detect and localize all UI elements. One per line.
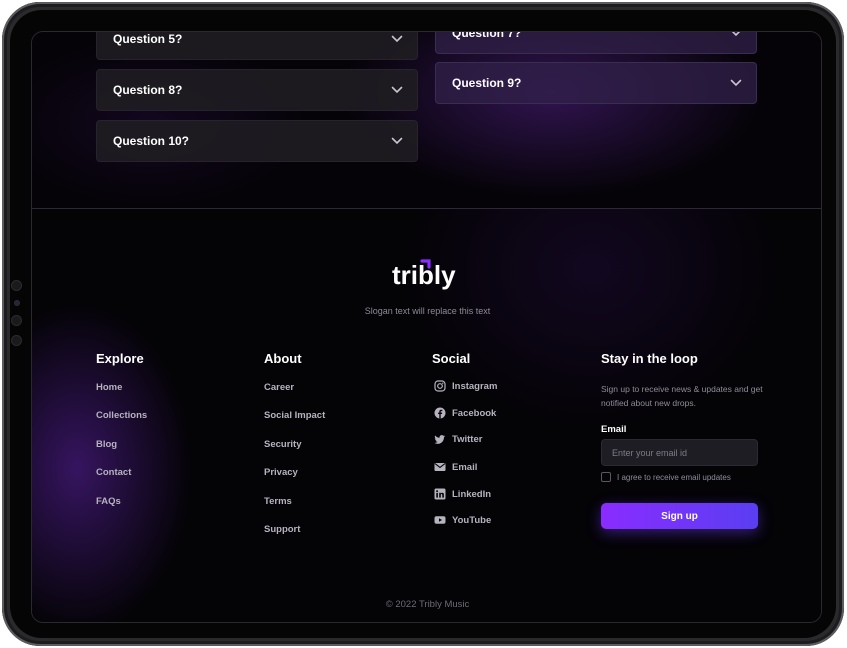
social-label: YouTube: [452, 514, 492, 526]
social-link-email[interactable]: Email: [434, 461, 477, 473]
faq-item-5[interactable]: Question 5?: [96, 32, 418, 60]
chevron-down-icon: [731, 32, 741, 37]
faq-section: Question 5? Question 7? Question 8? Ques…: [32, 32, 821, 209]
faq-item-10[interactable]: Question 10?: [96, 120, 418, 162]
chevron-down-icon: [730, 79, 742, 87]
email-label: Email: [601, 424, 627, 435]
footer-link-collections[interactable]: Collections: [96, 410, 147, 421]
footer-link-faqs[interactable]: FAQs: [96, 496, 121, 507]
tablet-frame: Question 5? Question 7? Question 8? Ques…: [2, 2, 844, 646]
copyright: © 2022 Tribly Music: [385, 599, 470, 610]
sensor-dot: [11, 315, 22, 326]
footer-link-terms[interactable]: Terms: [264, 496, 292, 507]
social-label: Instagram: [452, 380, 498, 392]
social-link-youtube[interactable]: YouTube: [434, 514, 491, 526]
social-label: Facebook: [452, 407, 497, 419]
camera-dot: [14, 300, 20, 306]
signup-button[interactable]: Sign up: [601, 503, 758, 529]
logo-text: tribly: [392, 260, 456, 290]
tablet-side-sensors: [11, 280, 23, 355]
linkedin-icon: [434, 488, 446, 500]
faq-question: Question 5?: [113, 32, 183, 46]
faq-question: Question 8?: [113, 83, 183, 97]
social-label: Twitter: [452, 433, 483, 445]
chevron-down-icon: [391, 86, 403, 94]
social-label: LinkedIn: [452, 488, 492, 500]
facebook-icon: [434, 407, 446, 419]
social-heading: Social: [432, 351, 471, 366]
faq-item-7[interactable]: Question 7?: [435, 31, 757, 54]
faq-item-9[interactable]: Question 9?: [435, 62, 757, 104]
about-heading: About: [264, 351, 302, 366]
faq-question: Question 10?: [113, 134, 190, 148]
newsletter-description: Sign up to receive news & updates and ge…: [601, 384, 763, 408]
agree-checkbox[interactable]: [601, 472, 611, 482]
sensor-dot: [11, 280, 22, 291]
faq-question: Question 7?: [452, 31, 522, 40]
faq-item-8[interactable]: Question 8?: [96, 69, 418, 111]
email-input[interactable]: [601, 439, 758, 466]
slogan: Slogan text will replace this text: [364, 306, 491, 316]
explore-heading: Explore: [96, 351, 144, 366]
instagram-icon: [434, 380, 446, 392]
chevron-down-icon: [391, 137, 403, 145]
sensor-dot: [11, 335, 22, 346]
social-label: Email: [452, 461, 478, 473]
tribly-logo[interactable]: tribly: [392, 257, 466, 293]
social-link-facebook[interactable]: Facebook: [434, 407, 496, 419]
footer-link-contact[interactable]: Contact: [96, 467, 131, 478]
twitter-icon: [434, 435, 445, 444]
footer-link-home[interactable]: Home: [96, 382, 122, 393]
social-link-twitter[interactable]: Twitter: [434, 433, 482, 445]
footer-link-support[interactable]: Support: [264, 524, 300, 535]
agree-checkbox-row[interactable]: I agree to receive email updates: [601, 472, 731, 482]
footer-link-blog[interactable]: Blog: [96, 439, 117, 450]
newsletter-heading: Stay in the loop: [601, 351, 698, 366]
footer-link-security[interactable]: Security: [264, 439, 302, 450]
footer-link-social-impact[interactable]: Social Impact: [264, 410, 325, 421]
social-link-linkedin[interactable]: LinkedIn: [434, 488, 491, 500]
youtube-icon: [434, 516, 446, 524]
agree-label: I agree to receive email updates: [617, 472, 731, 482]
social-link-instagram[interactable]: Instagram: [434, 380, 497, 392]
chevron-down-icon: [391, 35, 403, 43]
faq-question: Question 9?: [452, 76, 522, 90]
footer-link-privacy[interactable]: Privacy: [264, 467, 298, 478]
footer-link-career[interactable]: Career: [264, 382, 294, 393]
email-icon: [434, 463, 446, 471]
screen: Question 5? Question 7? Question 8? Ques…: [31, 31, 822, 623]
